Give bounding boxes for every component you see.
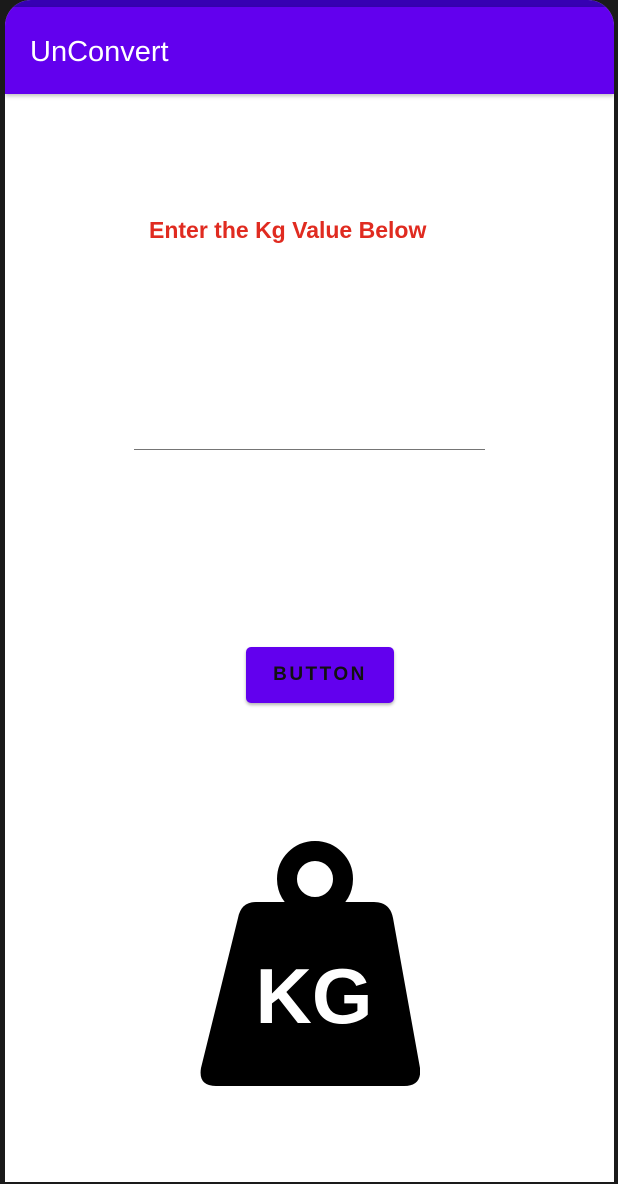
kg-prompt-label: Enter the Kg Value Below	[149, 217, 427, 243]
kg-value-input[interactable]	[134, 412, 485, 450]
app-screen: UnConvert Enter the Kg Value Below BUTTO…	[5, 0, 614, 1182]
status-bar	[5, 0, 614, 7]
device-frame: UnConvert Enter the Kg Value Below BUTTO…	[0, 0, 618, 1184]
app-title: UnConvert	[30, 36, 169, 68]
weight-label: KG	[256, 952, 373, 1040]
app-bar: UnConvert	[5, 7, 614, 94]
weight-ring	[277, 841, 353, 917]
convert-button[interactable]: BUTTON	[246, 647, 394, 703]
kg-weight-icon: KG	[200, 841, 420, 1086]
